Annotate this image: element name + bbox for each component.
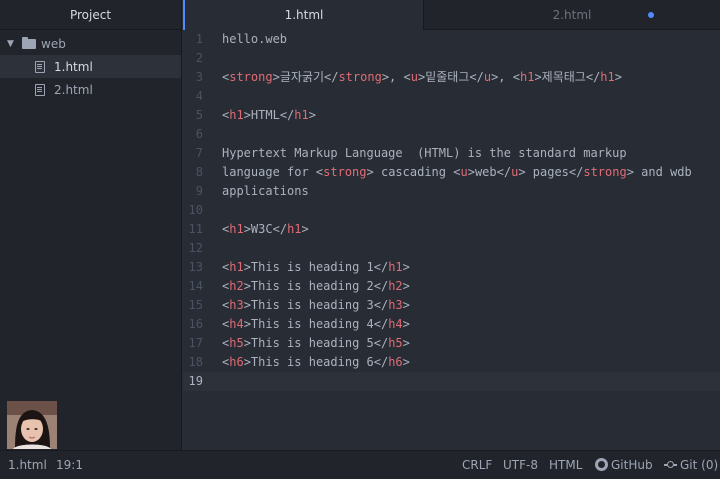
status-encoding[interactable]: UTF-8 xyxy=(503,451,538,479)
project-panel-title[interactable]: Project xyxy=(0,0,181,30)
file-item-1-html[interactable]: 1.html xyxy=(0,55,181,78)
line-number: 12 xyxy=(188,241,203,255)
github-label: GitHub xyxy=(611,458,653,472)
tab-1-html[interactable]: 1.html xyxy=(183,0,423,31)
line-code: hello.web xyxy=(222,32,288,46)
status-bar: 1.html 19:1 CRLF UTF-8 HTML GitHub Git (… xyxy=(0,450,720,479)
code-line[interactable]: 7 Hypertext Markup Language (HTML) is the… xyxy=(183,144,720,163)
line-number: 6 xyxy=(195,127,203,141)
tree-view: Project ▼ web 1.html 2.html xyxy=(0,0,182,450)
code-line[interactable]: 13 <h1>This is heading 1</h1> xyxy=(183,258,720,277)
code-line[interactable]: 12 xyxy=(183,239,720,258)
line-number: 17 xyxy=(188,336,203,350)
line-code: <h4>This is heading 4</h4> xyxy=(222,317,410,331)
line-code: <h1>W3C</h1> xyxy=(222,222,309,236)
file-tree: ▼ web 1.html 2.html xyxy=(0,30,181,101)
status-grammar[interactable]: HTML xyxy=(549,451,582,479)
avatar xyxy=(7,401,57,449)
chevron-down-icon: ▼ xyxy=(7,38,14,49)
line-code: <h5>This is heading 5</h5> xyxy=(222,336,410,350)
line-number: 15 xyxy=(188,298,203,312)
line-number: 1 xyxy=(195,32,203,46)
folder-web[interactable]: ▼ web xyxy=(0,32,181,55)
code-line[interactable]: 19 xyxy=(183,372,720,391)
tab-label: 1.html xyxy=(284,8,324,22)
code-line[interactable]: 5 <h1>HTML</h1> xyxy=(183,106,720,125)
code-line[interactable]: 4 xyxy=(183,87,720,106)
code-line[interactable]: 3 <strong>글자굵기</strong>, <u>밑줄태그</u>, <h1… xyxy=(183,68,720,87)
line-code: <h2>This is heading 2</h2> xyxy=(222,279,410,293)
line-code: <strong>글자굵기</strong>, <u>밑줄태그</u>, <h1>… xyxy=(222,70,622,84)
code-line[interactable]: 1 hello.web xyxy=(183,30,720,49)
file-label: 1.html xyxy=(54,59,93,74)
code-line[interactable]: 11 <h1>W3C</h1> xyxy=(183,220,720,239)
line-code: Hypertext Markup Language (HTML) is the … xyxy=(222,146,627,160)
status-cursor-position[interactable]: 19:1 xyxy=(56,451,83,479)
folder-icon xyxy=(22,36,36,49)
git-label: Git (0) xyxy=(680,458,719,472)
tab-2-html[interactable]: 2.html xyxy=(423,0,720,30)
modified-indicator-icon[interactable] xyxy=(648,12,654,18)
line-code: <h6>This is heading 6</h6> xyxy=(222,355,410,369)
line-code: <h1>HTML</h1> xyxy=(222,108,316,122)
line-number: 4 xyxy=(195,89,203,103)
line-number: 5 xyxy=(195,108,203,122)
line-number: 8 xyxy=(195,165,203,179)
line-code: <h1>This is heading 1</h1> xyxy=(222,260,410,274)
status-git-button[interactable]: Git (0) xyxy=(664,451,718,479)
line-number: 16 xyxy=(188,317,203,331)
status-file-name[interactable]: 1.html xyxy=(8,451,47,479)
code-line[interactable]: 15 <h3>This is heading 3</h3> xyxy=(183,296,720,315)
github-icon xyxy=(595,458,608,471)
line-number: 3 xyxy=(195,70,203,84)
line-number: 9 xyxy=(195,184,203,198)
line-number: 11 xyxy=(188,222,203,236)
code-editor[interactable]: 1 hello.web 2 3 <strong>글자굵기</strong>, <u>밑줄… xyxy=(183,30,720,450)
status-line-ending[interactable]: CRLF xyxy=(462,451,492,479)
line-code: applications xyxy=(222,184,309,198)
git-commit-icon xyxy=(664,460,677,469)
line-code: <h3>This is heading 3</h3> xyxy=(222,298,410,312)
file-icon xyxy=(35,60,45,73)
file-item-2-html[interactable]: 2.html xyxy=(0,78,181,101)
code-line[interactable]: 8 language for <strong> cascading <u>web<… xyxy=(183,163,720,182)
code-line[interactable]: 14 <h2>This is heading 2</h2> xyxy=(183,277,720,296)
line-code: language for <strong> cascading <u>web</… xyxy=(222,165,692,179)
line-number: 19 xyxy=(188,374,203,388)
code-line[interactable]: 9 applications xyxy=(183,182,720,201)
code-line[interactable]: 6 xyxy=(183,125,720,144)
line-number: 14 xyxy=(188,279,203,293)
line-number: 2 xyxy=(195,51,203,65)
line-number: 18 xyxy=(188,355,203,369)
folder-label: web xyxy=(41,36,66,51)
code-line[interactable]: 17 <h5>This is heading 5</h5> xyxy=(183,334,720,353)
file-label: 2.html xyxy=(54,82,93,97)
code-line[interactable]: 16 <h4>This is heading 4</h4> xyxy=(183,315,720,334)
tab-label: 2.html xyxy=(552,8,592,22)
tab-bar: 1.html 2.html xyxy=(183,0,720,31)
line-number: 13 xyxy=(188,260,203,274)
code-line[interactable]: 10 xyxy=(183,201,720,220)
status-github-button[interactable]: GitHub xyxy=(595,451,653,479)
file-icon xyxy=(35,83,45,96)
line-number: 7 xyxy=(195,146,203,160)
code-line[interactable]: 18 <h6>This is heading 6</h6> xyxy=(183,353,720,372)
code-line[interactable]: 2 xyxy=(183,49,720,68)
line-number: 10 xyxy=(188,203,203,217)
